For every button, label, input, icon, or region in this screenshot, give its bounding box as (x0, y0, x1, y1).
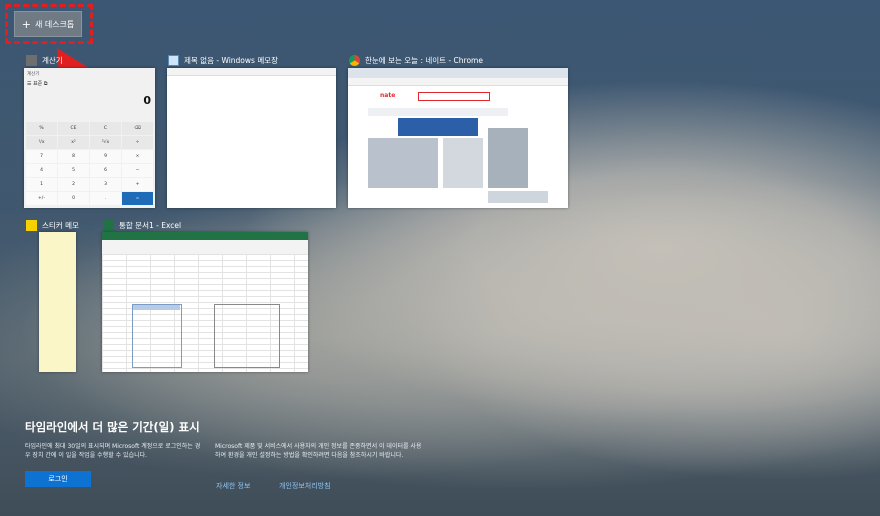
window-title-sticky-notes[interactable]: 스티커 메모 (26, 220, 79, 231)
excel-icon (103, 220, 114, 231)
chrome-addressbar (348, 78, 568, 86)
calc-key[interactable]: 1 (26, 178, 57, 191)
notepad-thumbnail[interactable] (167, 68, 336, 208)
excel-titlebar (102, 232, 308, 240)
calc-key[interactable]: 6 (90, 164, 121, 177)
side-block (488, 128, 528, 188)
calc-key[interactable]: 5 (58, 164, 89, 177)
calc-display: 0 (143, 94, 151, 107)
calc-key[interactable]: ⌫ (122, 122, 153, 135)
calc-key[interactable]: 2 (58, 178, 89, 191)
nav-strip (368, 108, 508, 116)
excel-thumbnail[interactable] (102, 232, 308, 372)
annotation-highlight-box (5, 4, 93, 44)
calc-key[interactable]: = (122, 192, 153, 205)
window-title-notepad[interactable]: 제목 없음 - Windows 메모장 (168, 55, 278, 66)
calc-key[interactable]: − (122, 164, 153, 177)
privacy-policy-link[interactable]: 개인정보처리방침 (279, 481, 331, 491)
calc-key[interactable]: . (90, 192, 121, 205)
calc-header: 계산기 (27, 72, 40, 77)
chrome-icon (349, 55, 360, 66)
calc-key[interactable]: 9 (90, 150, 121, 163)
excel-ribbon (102, 240, 308, 255)
privacy-description: Microsoft 제품 및 서비스에서 사용자의 개인 정보를 존중하면서 이… (215, 443, 422, 460)
notepad-menubar (167, 68, 336, 76)
calc-key[interactable]: + (122, 178, 153, 191)
calc-key[interactable]: 8 (58, 150, 89, 163)
calc-key[interactable]: x² (58, 136, 89, 149)
nate-logo: nate (380, 92, 396, 99)
news-block-2 (443, 138, 483, 188)
calc-key[interactable]: CE (58, 122, 89, 135)
footer-block (488, 191, 548, 203)
calc-key[interactable]: 4 (26, 164, 57, 177)
excel-table-2 (214, 304, 280, 368)
calculator-icon (26, 55, 37, 66)
chrome-thumbnail[interactable]: nate (348, 68, 568, 208)
excel-table (132, 304, 182, 368)
window-title-chrome[interactable]: 한눈에 보는 오늘 : 네이트 - Chrome (349, 55, 483, 66)
calc-key[interactable]: 3 (90, 178, 121, 191)
timeline-heading: 타임라인에서 더 많은 기간(일) 표시 (25, 420, 200, 434)
login-button[interactable]: 로그인 (25, 471, 91, 487)
calc-key[interactable]: ²√x (90, 136, 121, 149)
calc-mode: ☰ 표준 ⧉ (27, 81, 48, 87)
calc-key[interactable]: % (26, 122, 57, 135)
window-title-calculator[interactable]: 계산기 (26, 55, 63, 66)
calc-keypad: % CE C ⌫ ¹/x x² ²√x ÷ 7 8 9 × 4 5 6− 1 2 3 + +/- 0. = (26, 122, 153, 205)
window-title-excel[interactable]: 통합 문서1 - Excel (103, 220, 181, 231)
banner-ad (398, 118, 478, 136)
calculator-thumbnail[interactable]: 계산기 ☰ 표준 ⧉ 0 % CE C ⌫ ¹/x x² ²√x ÷ 7 8 9 × 4 5 6− 1 2 3 + +… (24, 68, 155, 208)
timeline-description: 타임라인에 최대 30일의 표시되며 Microsoft 계정으로 로그인하는 … (25, 443, 201, 460)
calc-key[interactable]: ¹/x (26, 136, 57, 149)
news-block (368, 138, 438, 188)
calc-key[interactable]: +/- (26, 192, 57, 205)
search-box (418, 92, 490, 101)
calc-key[interactable]: 7 (26, 150, 57, 163)
calc-key[interactable]: ÷ (122, 136, 153, 149)
notepad-icon (168, 55, 179, 66)
sticky-notes-icon (26, 220, 37, 231)
calc-key[interactable]: C (90, 122, 121, 135)
more-info-link[interactable]: 자세한 정보 (216, 481, 250, 491)
sticky-notes-thumbnail[interactable] (39, 232, 76, 372)
chrome-tabbar (348, 68, 568, 78)
calc-key[interactable]: 0 (58, 192, 89, 205)
calc-key[interactable]: × (122, 150, 153, 163)
